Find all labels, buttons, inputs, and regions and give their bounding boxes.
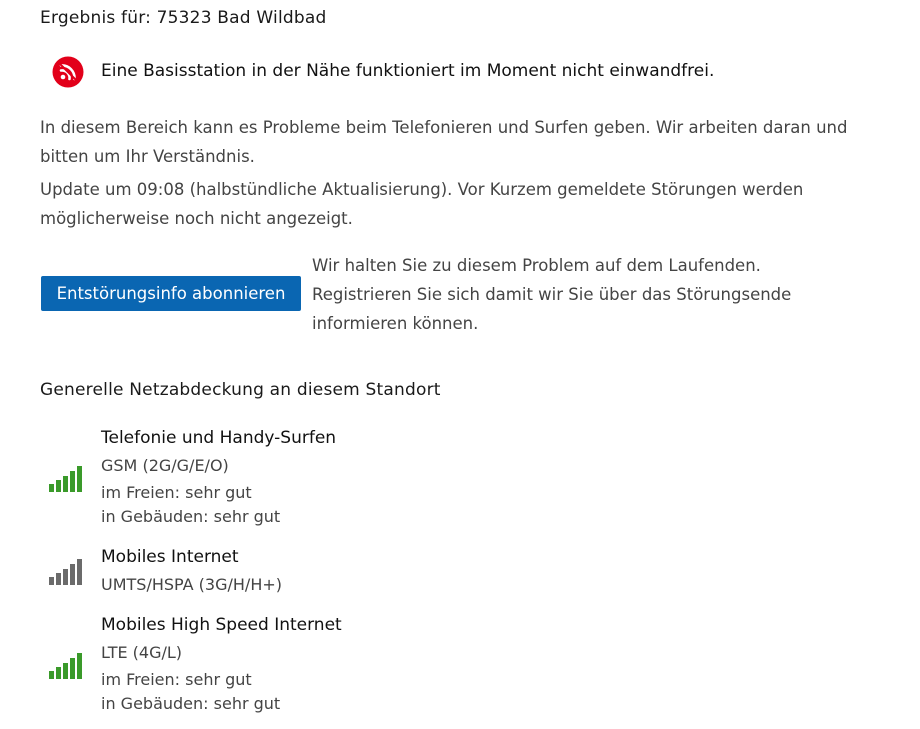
coverage-item-indoor: in Gebäuden: sehr gut [101, 694, 281, 713]
coverage-item-outdoor: im Freien: sehr gut [101, 670, 252, 689]
subscribe-description: Wir halten Sie zu diesem Problem auf dem… [312, 256, 792, 333]
signal-disruption-icon [52, 56, 84, 88]
coverage-item-name: Telefonie und Handy-Surfen [101, 428, 337, 448]
coverage-item-technology: GSM (2G/G/E/O) [101, 456, 229, 475]
signal-strength-icon [49, 466, 82, 492]
coverage-item-indoor: in Gebäuden: sehr gut [101, 507, 281, 526]
result-heading: Ergebnis für: 75323 Bad Wildbad [40, 8, 326, 28]
coverage-item-technology: UMTS/HSPA (3G/H/H+) [101, 575, 282, 594]
subscribe-button[interactable]: Entstörungsinfo abonnieren [41, 276, 301, 311]
signal-strength-icon [49, 653, 82, 679]
info-paragraph-problems: In diesem Bereich kann es Probleme beim … [40, 118, 848, 166]
coverage-item-outdoor: im Freien: sehr gut [101, 483, 252, 502]
coverage-item-name: Mobiles High Speed Internet [101, 615, 342, 635]
result-prefix: Ergebnis für: [40, 8, 152, 28]
coverage-item-name: Mobiles Internet [101, 547, 239, 567]
signal-none-icon [49, 559, 82, 585]
info-paragraph-update: Update um 09:08 (halbstündliche Aktualis… [40, 180, 804, 228]
result-location: 75323 Bad Wildbad [156, 8, 327, 28]
alert-message: Eine Basisstation in der Nähe funktionie… [101, 61, 715, 81]
coverage-title: Generelle Netzabdeckung an diesem Stando… [40, 380, 441, 400]
coverage-item-technology: LTE (4G/L) [101, 643, 183, 662]
